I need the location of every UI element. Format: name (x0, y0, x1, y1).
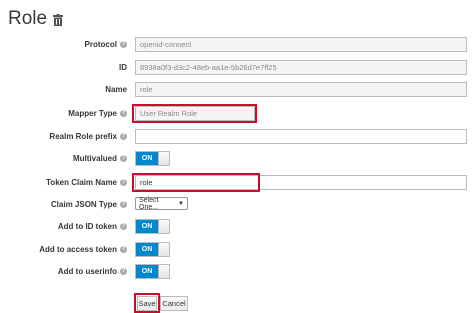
claim-json-type-select[interactable]: Select One... ▼ (135, 197, 188, 211)
add-to-userinfo-label: Add to userinfo? (57, 267, 127, 276)
name-field: role (135, 82, 467, 97)
help-icon[interactable]: ? (120, 155, 127, 162)
protocol-field: openid-connect (135, 37, 467, 52)
page-header: Role (8, 8, 64, 30)
highlight-box (134, 293, 160, 313)
realm-role-prefix-label: Realm Role prefix? (49, 132, 127, 141)
help-icon[interactable]: ? (120, 179, 127, 186)
chevron-down-icon: ▼ (178, 200, 184, 207)
realm-role-prefix-input[interactable] (135, 129, 467, 144)
mapper-type-label: Mapper Type? (68, 109, 127, 118)
help-icon[interactable]: ? (120, 41, 127, 48)
name-label: Name (105, 85, 127, 94)
token-claim-name-label: Token Claim Name? (46, 178, 127, 187)
cancel-button[interactable]: Cancel (160, 296, 188, 311)
highlight-box (132, 173, 260, 192)
multivalued-label: Multivalued? (72, 154, 127, 163)
add-to-id-token-label: Add to ID token? (57, 222, 127, 231)
protocol-label: Protocol? (84, 40, 127, 49)
trash-icon[interactable] (53, 13, 64, 26)
id-label: ID (119, 63, 127, 72)
help-icon[interactable]: ? (120, 246, 127, 253)
help-icon[interactable]: ? (120, 268, 127, 275)
add-to-userinfo-toggle[interactable]: ON (135, 264, 170, 279)
help-icon[interactable]: ? (120, 223, 127, 230)
help-icon[interactable]: ? (120, 110, 127, 117)
highlight-box (132, 104, 257, 123)
claim-json-type-label: Claim JSON Type? (50, 200, 127, 209)
page-title: Role (8, 8, 48, 29)
id-field: 8938a0f3-d3c2-48eb-aa1e-5b26d7e7ff25 (135, 60, 467, 75)
add-to-id-token-toggle[interactable]: ON (135, 219, 170, 234)
help-icon[interactable]: ? (120, 201, 127, 208)
multivalued-toggle[interactable]: ON (135, 151, 170, 166)
add-to-access-token-label: Add to access token? (39, 245, 127, 254)
add-to-access-token-toggle[interactable]: ON (135, 242, 170, 257)
help-icon[interactable]: ? (120, 133, 127, 140)
